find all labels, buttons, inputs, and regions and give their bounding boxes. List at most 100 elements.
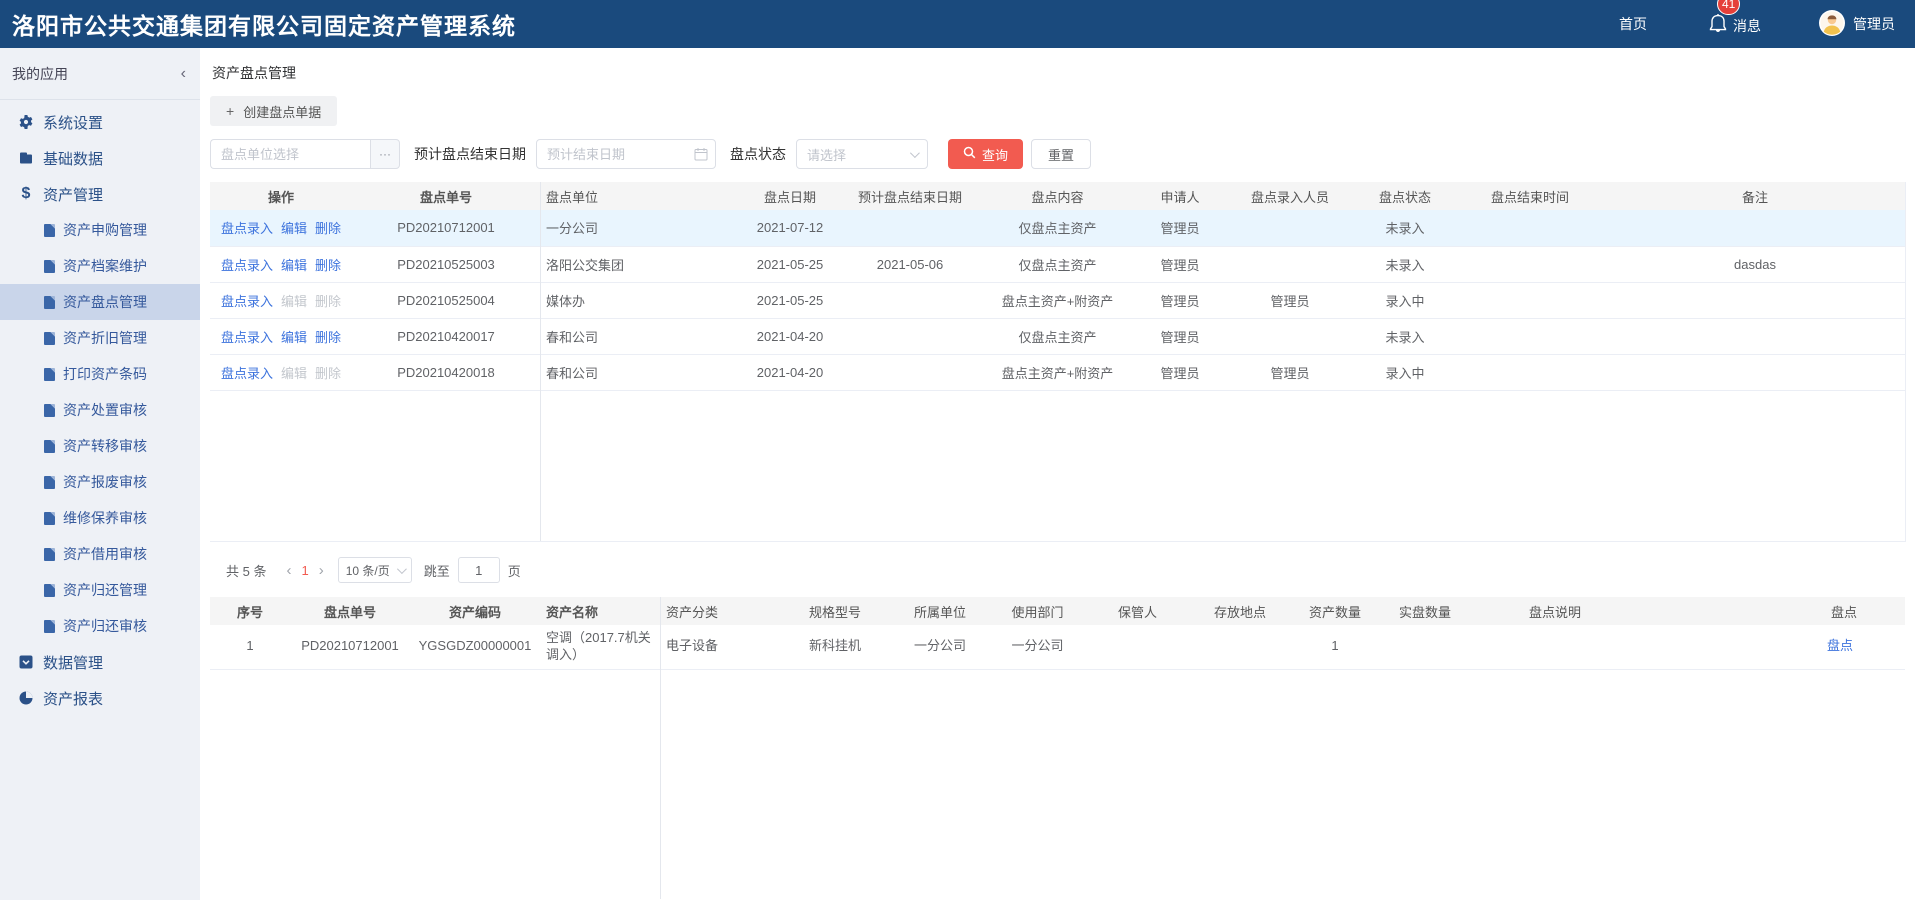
sidebar-item-asset-disposal-audit[interactable]: 资产处置审核 xyxy=(0,392,200,428)
sidebar-item-basic-data[interactable]: 基础数据 xyxy=(0,140,200,176)
row-actions: 盘点录入编辑删除 xyxy=(210,282,352,318)
inventory-column-header: 盘点内容 xyxy=(980,182,1135,210)
file-icon xyxy=(44,440,55,453)
sidebar-item-asset-management[interactable]: $资产管理 xyxy=(0,176,200,212)
delete-link[interactable]: 删除 xyxy=(315,330,341,345)
inventory-entry-link[interactable]: 盘点录入 xyxy=(221,366,273,381)
sidebar-item-data-management[interactable]: 数据管理 xyxy=(0,644,200,680)
nav-home-link[interactable]: 首页 xyxy=(1619,14,1647,34)
jump-page-input[interactable] xyxy=(458,557,500,583)
filter-bar: ··· 预计盘点结束日期 盘点状态 请选择 查询 重置 xyxy=(210,139,1906,169)
detail-row[interactable]: 1PD20210712001YGSGDZ00000001空调（2017.7机关调… xyxy=(210,625,1905,669)
file-icon xyxy=(44,224,55,237)
collapse-sidebar-icon[interactable]: ‹ xyxy=(181,65,186,83)
sidebar-item-asset-scrap-audit[interactable]: 资产报废审核 xyxy=(0,464,200,500)
inventory-row[interactable]: 盘点录入编辑删除PD20210420017春和公司2021-04-20仅盘点主资… xyxy=(210,318,1905,354)
detail-column-header: 盘点单号 xyxy=(290,597,410,625)
fixed-column-divider xyxy=(660,597,661,899)
data-box-icon xyxy=(18,654,34,670)
query-button[interactable]: 查询 xyxy=(948,139,1023,169)
detail-column-header: 实盘数量 xyxy=(1380,597,1470,625)
inventory-entry-link[interactable]: 盘点录入 xyxy=(221,330,273,345)
sidebar-item-print-asset-barcode[interactable]: 打印资产条码 xyxy=(0,356,200,392)
pagination-prev-button[interactable]: ‹ xyxy=(286,562,291,579)
edit-link: 编辑 xyxy=(281,366,307,381)
sidebar-item-asset-return-management[interactable]: 资产归还管理 xyxy=(0,572,200,608)
inventory-row[interactable]: 盘点录入编辑删除PD20210712001一分公司2021-07-12仅盘点主资… xyxy=(210,210,1905,246)
inventory-cell: 管理员 xyxy=(1225,354,1355,390)
inventory-cell: 媒体办 xyxy=(540,282,740,318)
reset-button[interactable]: 重置 xyxy=(1031,139,1091,169)
inventory-cell: 管理员 xyxy=(1135,210,1225,246)
message-count-badge: 41 xyxy=(1717,0,1740,15)
user-name[interactable]: 管理员 xyxy=(1853,14,1895,34)
inventory-detail-table: 序号盘点单号资产编码资产名称资产分类规格型号所属单位使用部门保管人存放地点资产数… xyxy=(210,597,1905,670)
detail-column-header: 保管人 xyxy=(1085,597,1190,625)
pagination-page-1[interactable]: 1 xyxy=(301,563,308,578)
inventory-cell: 2021-04-20 xyxy=(740,354,840,390)
avatar[interactable] xyxy=(1819,10,1845,39)
inventory-row[interactable]: 盘点录入编辑删除PD20210525004媒体办2021-05-25盘点主资产+… xyxy=(210,282,1905,318)
sidebar-item-label: 打印资产条码 xyxy=(63,364,147,384)
detail-cell: 空调（2017.7机关调入） xyxy=(540,625,660,669)
file-icon xyxy=(44,620,55,633)
nav-messages-link[interactable]: 消息 xyxy=(1733,16,1761,36)
inventory-status-label: 盘点状态 xyxy=(730,144,786,164)
inventory-row[interactable]: 盘点录入编辑删除PD20210525003洛阳公交集团2021-05-25202… xyxy=(210,246,1905,282)
sidebar-item-asset-purchase[interactable]: 资产申购管理 xyxy=(0,212,200,248)
sidebar-item-label: 资产申购管理 xyxy=(63,220,147,240)
pagination-next-button[interactable]: › xyxy=(319,562,324,579)
inventory-cell: 管理员 xyxy=(1225,282,1355,318)
sidebar-item-asset-inventory[interactable]: 资产盘点管理 xyxy=(0,284,200,320)
sidebar-item-label: 资产归还审核 xyxy=(63,616,147,636)
bell-icon[interactable] xyxy=(1709,13,1727,36)
detail-column-header: 盘点 xyxy=(1640,597,1905,625)
detail-column-header: 所属单位 xyxy=(890,597,990,625)
sidebar-item-label: 资产转移审核 xyxy=(63,436,147,456)
inventory-status-select[interactable]: 请选择 xyxy=(796,139,928,169)
inventory-column-header: 盘点录入人员 xyxy=(1225,182,1355,210)
file-icon xyxy=(44,512,55,525)
pie-chart-icon xyxy=(18,690,34,706)
sidebar-item-asset-transfer-audit[interactable]: 资产转移审核 xyxy=(0,428,200,464)
edit-link[interactable]: 编辑 xyxy=(281,258,307,273)
sidebar-item-asset-archive[interactable]: 资产档案维护 xyxy=(0,248,200,284)
inventory-cell: 管理员 xyxy=(1135,282,1225,318)
inventory-column-header: 盘点日期 xyxy=(740,182,840,210)
delete-link[interactable]: 删除 xyxy=(315,258,341,273)
sidebar-item-asset-return-audit[interactable]: 资产归还审核 xyxy=(0,608,200,644)
inventory-cell: 2021-05-06 xyxy=(840,246,980,282)
inventory-row[interactable]: 盘点录入编辑删除PD20210420018春和公司2021-04-20盘点主资产… xyxy=(210,354,1905,390)
detail-column-header: 资产分类 xyxy=(660,597,780,625)
inventory-cell xyxy=(1455,282,1605,318)
inventory-cell: 录入中 xyxy=(1355,354,1455,390)
sidebar-item-asset-report[interactable]: 资产报表 xyxy=(0,680,200,716)
user-menu[interactable]: 管理员 xyxy=(1819,10,1895,39)
inventory-entry-link[interactable]: 盘点录入 xyxy=(221,258,273,273)
count-link[interactable]: 盘点 xyxy=(1827,638,1853,653)
sidebar: 我的应用 ‹ 系统设置基础数据$资产管理资产申购管理资产档案维护资产盘点管理资产… xyxy=(0,48,200,900)
inventory-cell xyxy=(1605,354,1905,390)
inventory-cell xyxy=(1605,282,1905,318)
file-icon xyxy=(44,332,55,345)
edit-link[interactable]: 编辑 xyxy=(281,330,307,345)
unit-picker-button[interactable]: ··· xyxy=(370,139,400,169)
sidebar-item-asset-borrow-audit[interactable]: 资产借用审核 xyxy=(0,536,200,572)
inventory-entry-link[interactable]: 盘点录入 xyxy=(221,221,273,236)
inventory-entry-link[interactable]: 盘点录入 xyxy=(221,294,273,309)
sidebar-item-label: 资产归还管理 xyxy=(63,580,147,600)
sidebar-item-asset-depreciation[interactable]: 资产折旧管理 xyxy=(0,320,200,356)
sidebar-item-system-settings[interactable]: 系统设置 xyxy=(0,104,200,140)
expected-end-date-input[interactable] xyxy=(536,139,716,169)
page-size-select[interactable]: 10 条/页 xyxy=(338,557,412,583)
pagination-total: 共 5 条 xyxy=(226,561,266,580)
sidebar-item-maintenance-audit[interactable]: 维修保养审核 xyxy=(0,500,200,536)
delete-link[interactable]: 删除 xyxy=(315,221,341,236)
app-title: 洛阳市公共交通集团有限公司固定资产管理系统 xyxy=(12,7,516,41)
inventory-unit-input[interactable] xyxy=(210,139,370,169)
detail-cell: 1 xyxy=(210,625,290,669)
edit-link[interactable]: 编辑 xyxy=(281,221,307,236)
detail-column-header: 资产名称 xyxy=(540,597,660,625)
jump-label: 跳至 xyxy=(424,561,450,580)
create-inventory-button[interactable]: + 创建盘点单据 xyxy=(210,96,337,126)
